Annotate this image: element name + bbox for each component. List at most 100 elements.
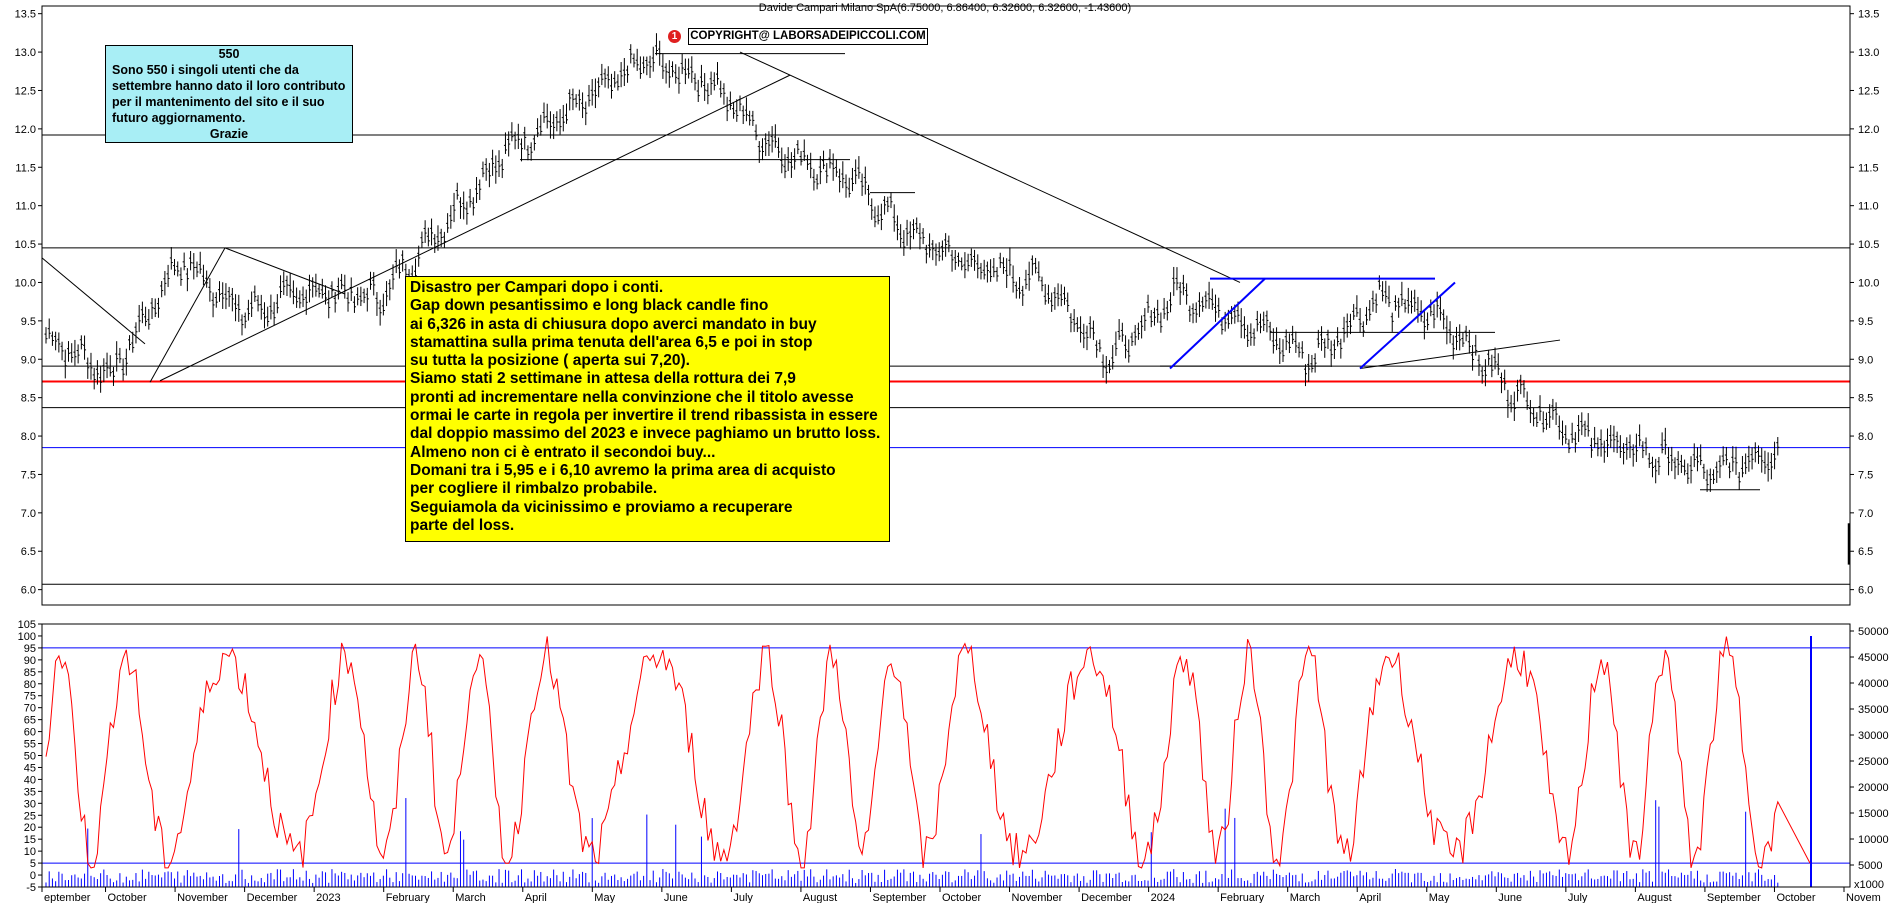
price-tick-label: 12.0: [15, 124, 36, 136]
price-tick-label: 10.0: [15, 277, 36, 289]
supporters-line: Sono 550 i singoli utenti che da: [112, 63, 299, 77]
oscillator-tick-label: 70: [24, 703, 36, 715]
oscillator-tick-label: 30: [24, 798, 36, 810]
x-tick-label: August: [1637, 892, 1671, 903]
price-tick-label: 7.5: [21, 469, 36, 481]
price-tick-label: 11.0: [15, 201, 36, 213]
price-tick-label: 11.5: [1858, 162, 1879, 174]
oscillator-tick-label: 90: [24, 655, 36, 667]
x-tick-label: August: [803, 892, 837, 903]
supporters-count: 550: [218, 47, 240, 61]
x-tick-label: September: [1707, 892, 1761, 903]
trendline: [149, 247, 226, 383]
price-tick-label: 9.0: [1858, 354, 1873, 366]
price-tick-label: 13.0: [15, 47, 36, 59]
volume-tick-label: 45000: [1858, 652, 1889, 664]
oscillator-tick-label: 35: [24, 786, 36, 798]
oscillator-tick-label: 95: [24, 643, 36, 655]
volume-tick-label: 25000: [1858, 756, 1889, 768]
oscillator-line: [45, 636, 1811, 869]
analysis-line: ai 6,326 in asta di chiusura dopo averci…: [410, 315, 817, 333]
x-tick-label: July: [1568, 892, 1588, 903]
oscillator-tick-label: 100: [18, 631, 36, 643]
volume-tick-label: 30000: [1858, 730, 1889, 742]
volume-tick-label: 50000: [1858, 626, 1889, 638]
analysis-line: Disastro per Campari dopo i conti.: [410, 279, 664, 296]
price-tick-label: 8.0: [21, 431, 36, 443]
oscillator-tick-label: 85: [24, 667, 36, 679]
volume-unit-label: x1000: [1854, 879, 1884, 891]
analysis-line: dal doppio massimo del 2023 e invece pag…: [410, 425, 881, 443]
x-tick-label: April: [525, 892, 547, 903]
price-tick-label: 8.0: [1858, 431, 1873, 443]
x-tick-label: February: [1220, 892, 1265, 903]
price-tick-label: 12.5: [15, 85, 36, 97]
price-tick-label: 7.5: [1858, 469, 1873, 481]
x-tick-label: July: [733, 892, 753, 903]
supporters-note: 550 Sono 550 i singoli utenti che da set…: [105, 45, 353, 143]
analysis-line: ormai le carte in regola per invertire i…: [410, 407, 878, 425]
oscillator-tick-label: 25: [24, 810, 36, 822]
price-tick-label: 6.5: [1858, 546, 1873, 558]
analysis-line: pronti ad incrementare nella convinzione…: [410, 388, 854, 406]
supporters-line: settembre hanno dato il loro contributo: [112, 79, 346, 93]
x-tick-label: March: [455, 892, 486, 903]
price-tick-label: 7.0: [21, 508, 36, 520]
chart-title: Davide Campari Milano SpA(6.75000, 6.864…: [759, 2, 1131, 14]
analysis-line: Domani tra i 5,95 e i 6,10 avremo la pri…: [410, 461, 836, 479]
x-tick-label: December: [1081, 892, 1132, 903]
price-tick-label: 13.5: [1858, 9, 1879, 21]
channel-line: [1359, 281, 1456, 370]
x-tick-label: March: [1290, 892, 1321, 903]
price-tick-label: 9.0: [21, 354, 36, 366]
price-tick-label: 12.0: [1858, 124, 1879, 136]
copyright-label: COPYRIGHT@ LABORSADEIPICCOLI.COM: [688, 28, 928, 45]
x-tick-label: October: [1776, 892, 1815, 903]
oscillator-tick-label: 45: [24, 762, 36, 774]
oscillator-tick-label: 50: [24, 751, 36, 763]
x-tick-label: November: [177, 892, 228, 903]
price-tick-label: 13.5: [15, 9, 36, 21]
oscillator-tick-label: 80: [24, 679, 36, 691]
analysis-line: per cogliere il rimbalzo probabile.: [410, 480, 658, 498]
x-tick-label: June: [1498, 892, 1522, 903]
oscillator-tick-label: 55: [24, 739, 36, 751]
analysis-note: Disastro per Campari dopo i conti. Gap d…: [405, 276, 890, 542]
price-tick-label: 6.0: [21, 585, 36, 597]
price-tick-label: 9.5: [1858, 316, 1873, 328]
trendline: [41, 257, 146, 345]
price-tick-label: 6.5: [21, 546, 36, 558]
price-tick-label: 7.0: [1858, 508, 1873, 520]
price-tick-label: 11.5: [15, 162, 36, 174]
oscillator-tick-label: -5: [26, 882, 36, 894]
oscillator-tick-label: 15: [24, 834, 36, 846]
price-tick-label: 10.0: [1858, 277, 1879, 289]
analysis-line: parte del loss.: [410, 516, 515, 534]
marker-1-badge: 1: [668, 30, 681, 43]
volume-tick-label: 20000: [1858, 782, 1889, 794]
oscillator-tick-label: 75: [24, 691, 36, 703]
price-tick-label: 11.0: [1858, 201, 1879, 213]
trendline: [224, 247, 346, 295]
price-tick-label: 8.5: [21, 393, 36, 405]
x-tick-label: December: [247, 892, 298, 903]
volume-tick-label: 10000: [1858, 834, 1889, 846]
oscillator-tick-label: 20: [24, 822, 36, 834]
analysis-line: Gap down pesantissimo e long black candl…: [410, 297, 769, 315]
oscillator-tick-label: 0: [30, 870, 36, 882]
x-tick-label: Novem: [1846, 892, 1881, 903]
x-tick-label: April: [1359, 892, 1381, 903]
x-tick-label: June: [664, 892, 688, 903]
price-tick-label: 13.0: [1858, 47, 1879, 59]
x-tick-label: 2023: [316, 892, 340, 903]
oscillator-tick-label: 40: [24, 774, 36, 786]
volume-tick-label: 35000: [1858, 704, 1889, 716]
volume-tick-label: 5000: [1858, 860, 1882, 872]
volume-tick-label: 15000: [1858, 808, 1889, 820]
x-tick-label: May: [594, 892, 615, 903]
oscillator-tick-label: 60: [24, 727, 36, 739]
x-tick-label: October: [108, 892, 147, 903]
analysis-line: su tutta la posizione ( aperta sui 7,20)…: [410, 352, 690, 370]
supporters-thanks: Grazie: [209, 127, 249, 141]
analysis-line: stamattina sulla prima tenuta dell'area …: [410, 333, 813, 351]
